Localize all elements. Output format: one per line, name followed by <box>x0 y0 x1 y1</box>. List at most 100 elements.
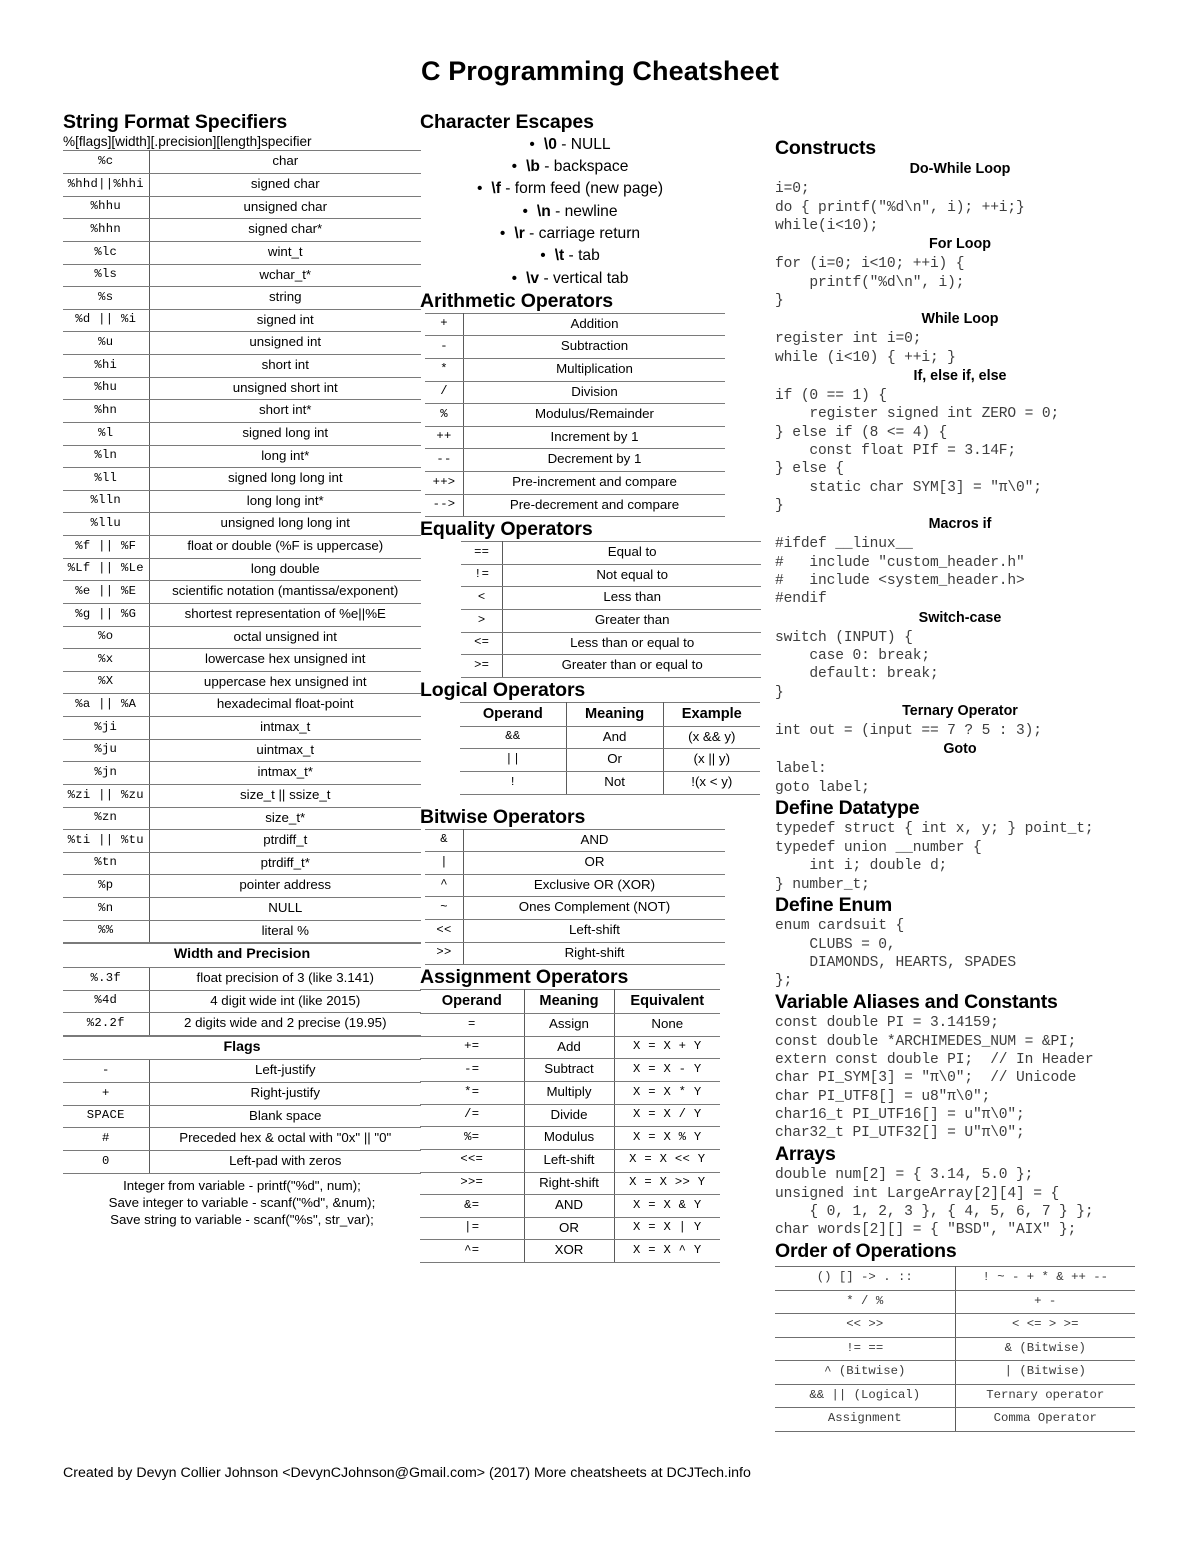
list-item: • \t - tab <box>420 245 720 267</box>
cell-operator: %lln <box>63 489 150 514</box>
cell-operator-group: Comma Operator <box>955 1407 1135 1432</box>
cell-operator: != <box>461 563 504 588</box>
table-row: %o octal unsigned int <box>63 625 421 650</box>
escape-sequence: \r <box>514 225 525 243</box>
escape-description: - newline <box>550 202 618 220</box>
table-row: %ls wchar_t* <box>63 263 421 288</box>
cell-description: scientific notation (mantissa/exponent) <box>149 580 421 604</box>
cell-description: pointer address <box>149 874 421 899</box>
cell-description: unsigned long long int <box>149 512 421 537</box>
cell-description: wchar_t* <box>149 263 421 288</box>
cell-description: Ones Complement (NOT) <box>463 896 725 921</box>
cell-operator: - <box>63 1059 150 1084</box>
table-row: %llu unsigned long long int <box>63 512 421 537</box>
construct-label: Macros if <box>928 516 992 533</box>
table-arithmetic-body: + Addition - Subtraction * Multiplication / Div… <box>425 312 725 518</box>
cell-description: ptrdiff_t* <box>149 851 421 876</box>
table-row: && And (x && y) <box>460 725 760 750</box>
construct-label: Do-While Loop <box>909 161 1011 178</box>
table-row: %l signed long int <box>63 421 421 446</box>
construct-code: int out = (input == 7 ? 5 : 3); <box>775 723 1042 740</box>
table-row: > Greater than <box>461 609 761 633</box>
arrays-code: double num[2] = { 3.14, 5.0 }; unsigned … <box>775 1167 1094 1239</box>
table-row: >>= Right-shift X = X >> Y <box>420 1171 720 1196</box>
table-header-row: Operand Meaning Example <box>460 701 760 727</box>
cell-operator: > <box>461 609 504 633</box>
cell-equivalent: X = X | Y <box>614 1216 720 1241</box>
list-item: • \r - carriage return <box>420 223 720 245</box>
table-logical-body: && And (x && y) || Or (x || y)! Not !(x < y) <box>460 725 760 795</box>
list-item: • \0 - NULL <box>420 134 720 156</box>
cell-operator: # <box>63 1127 150 1151</box>
table-row: %hhu unsigned char <box>63 195 421 220</box>
cell-operand: += <box>420 1035 525 1060</box>
cell-description: short int <box>149 354 421 378</box>
cell-meaning: Multiply <box>524 1081 615 1105</box>
construct-label: If, else if, else <box>913 367 1007 384</box>
table-row: # Preceded hex & octal with "0x" || "0" <box>63 1127 421 1151</box>
table-row: / Division <box>425 380 725 405</box>
table-assignment-operators: Operand Meaning Equivalent = Assign None += Ad… <box>420 989 720 1264</box>
table-row: %zn size_t* <box>63 806 421 831</box>
cell-equivalent: X = X >> Y <box>614 1171 720 1196</box>
table-row: = Assign None <box>420 1013 720 1037</box>
cell-equivalent: X = X << Y <box>614 1148 720 1173</box>
string-format-footnotes: Integer from variable - printf("%d", num… <box>63 1174 421 1228</box>
column-header: Example <box>663 701 760 727</box>
page-title: C Programming Cheatsheet <box>421 56 779 86</box>
table-row: %4d 4 digit wide int (like 2015) <box>63 989 421 1014</box>
cell-description: long double <box>149 557 421 582</box>
escape-sequence: \t <box>554 247 565 265</box>
cell-description: Greater than or equal to <box>502 654 761 678</box>
table-row: --> Pre-decrement and compare <box>425 493 725 518</box>
cell-operator: %lc <box>63 240 150 265</box>
cell-equivalent: X = X ^ Y <box>614 1239 720 1264</box>
character-escapes-list: • \0 - NULL • \b - backspace • \f - form feed… <box>420 134 720 290</box>
cell-description: Pre-decrement and compare <box>463 493 725 518</box>
cell-description: unsigned char <box>149 195 421 220</box>
cell-operator: %e || %E <box>63 580 150 604</box>
cell-meaning: Add <box>524 1035 615 1060</box>
cell-operand: ^= <box>420 1239 525 1264</box>
table-logical-head: Operand Meaning Example <box>460 701 760 727</box>
cell-operand: -= <box>420 1058 525 1083</box>
cell-operator: %ji <box>63 716 150 740</box>
table-row: %ll signed long long int <box>63 467 421 491</box>
cell-description: short int* <box>149 399 421 423</box>
credit-line: Created by Devyn Collier Johnson <DevynC… <box>63 1465 751 1481</box>
table-row: %ji intmax_t <box>63 716 421 740</box>
cell-operand: |= <box>420 1216 525 1241</box>
table-equality-operators: == Equal to != Not equal to < Less than > Great… <box>461 541 761 678</box>
cell-description: char <box>149 150 421 175</box>
cell-description: literal % <box>149 919 421 944</box>
table-row: >= Greater than or equal to <box>461 654 761 678</box>
table-row: 0 Left-pad with zeros <box>63 1149 421 1174</box>
table-row: %ln long int* <box>63 444 421 469</box>
cell-operator: %hhn <box>63 218 150 242</box>
list-item: • \f - form feed (new page) <box>420 178 720 200</box>
column-string-format: String Format Specifiers %[flags][width]… <box>63 111 421 1228</box>
cell-description: Multiplication <box>463 357 725 382</box>
table-row: %g || %G shortest representation of %e||%… <box>63 602 421 627</box>
cell-description: float or double (%F is uppercase) <box>149 535 421 559</box>
table-width-precision: Width and Precision %.3f float precision … <box>63 943 421 1036</box>
table-assignment-head: Operand Meaning Equivalent <box>420 989 720 1015</box>
cell-operand: <<= <box>420 1148 525 1173</box>
table-row: %.3f float precision of 3 (like 3.141) <box>63 966 421 991</box>
cell-operator: %p <box>63 874 150 899</box>
table-row: + Addition <box>425 312 725 337</box>
cell-operand: %= <box>420 1126 525 1150</box>
bullet-icon: • <box>499 225 506 243</box>
cell-operator: %f || %F <box>63 535 150 559</box>
cell-operator: %s <box>63 286 150 310</box>
cell-meaning: Subtract <box>524 1058 615 1083</box>
table-row: *= Multiply X = X * Y <box>420 1081 720 1105</box>
table-bitwise-operators: & AND | OR ^ Exclusive OR (XOR) ~ Ones Compleme… <box>425 828 725 966</box>
table-row: ! Not !(x < y) <box>460 771 760 795</box>
cell-description: signed char <box>149 173 421 197</box>
table-flags: Flags - Left-justify + Right-justify SPACE Bl… <box>63 1035 421 1174</box>
cell-example: !(x < y) <box>663 771 760 795</box>
cell-equivalent: None <box>614 1013 720 1037</box>
table-flags-head: Flags <box>63 1035 421 1061</box>
cell-description: Right-justify <box>149 1082 421 1106</box>
